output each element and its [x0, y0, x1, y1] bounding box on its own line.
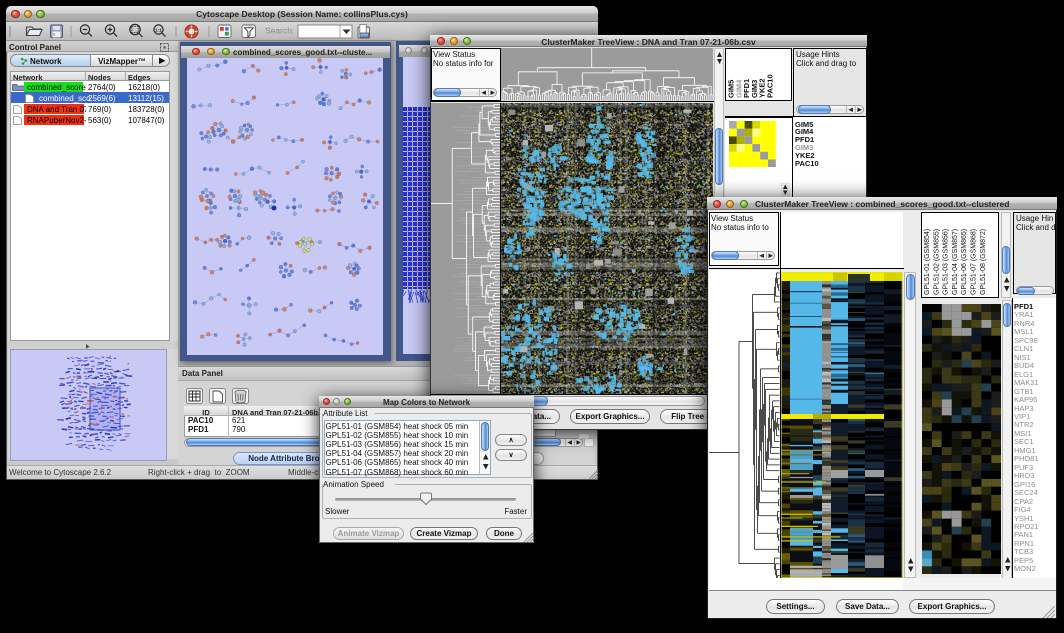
- svg-text:GPL51-03 (GSM856): GPL51-03 (GSM856): [943, 229, 950, 295]
- svg-text:GPL51-08 (GSM872): GPL51-08 (GSM872): [980, 229, 987, 295]
- svg-text:1:1: 1:1: [155, 28, 162, 33]
- svg-text:GPL51-06 (GSM865): GPL51-06 (GSM865): [961, 229, 968, 295]
- svg-text:GPL51-07 (GSM868): GPL51-07 (GSM868): [971, 229, 978, 295]
- svg-text:GPL51-01 (GSM854): GPL51-01 (GSM854): [924, 229, 931, 295]
- svg-text:GPL51-04 (GSM857): GPL51-04 (GSM857): [952, 229, 959, 295]
- svg-text:Search:: Search:: [265, 26, 294, 36]
- svg-text:PAC10: PAC10: [766, 74, 775, 98]
- svg-text:GPL51-02 (GSM855): GPL51-02 (GSM855): [933, 229, 940, 295]
